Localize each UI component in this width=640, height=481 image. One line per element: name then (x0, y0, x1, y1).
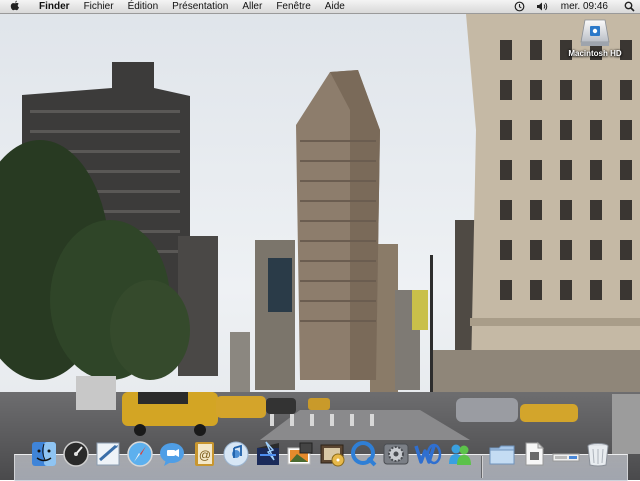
dock-item-dashboard[interactable] (62, 440, 90, 468)
dock-item-messenger[interactable] (446, 440, 474, 468)
imovie-icon (257, 441, 279, 465)
hard-drive-icon (580, 19, 610, 46)
dock-item-trash[interactable] (584, 440, 612, 468)
dock-item-finder[interactable] (30, 440, 58, 468)
folder-icon (489, 445, 515, 465)
volume-icon[interactable] (536, 1, 548, 13)
stack-icon (552, 453, 580, 462)
menu-aide[interactable]: Aide (318, 0, 352, 14)
safari-icon (127, 441, 153, 467)
dock-item-word[interactable] (414, 440, 442, 468)
finder-icon (32, 442, 56, 466)
menu-finder[interactable]: Finder (32, 0, 77, 14)
messenger-icon (449, 444, 471, 465)
dock-item-itunes[interactable] (222, 440, 250, 468)
menu-bar: Finder Fichier Édition Présentation Alle… (0, 0, 640, 14)
desktop-wallpaper (0, 0, 640, 480)
itunes-icon (223, 441, 249, 467)
menu-edition[interactable]: Édition (121, 0, 166, 14)
ichat-icon (160, 443, 184, 466)
dock-item-quicktime[interactable] (350, 440, 378, 468)
dock-item-keyboard-stack[interactable] (552, 440, 580, 468)
desktop-icon-label: Macintosh HD (568, 49, 622, 58)
dock-item-system-preferences[interactable] (382, 440, 410, 468)
word-icon (414, 443, 442, 465)
dock-item-document[interactable] (520, 440, 548, 468)
menu-clock[interactable]: mer. 09:46 (553, 1, 618, 12)
dock: @ (14, 436, 628, 481)
mail-icon (96, 442, 120, 466)
dock-item-address-book[interactable]: @ (190, 440, 218, 468)
menu-aller[interactable]: Aller (235, 0, 269, 14)
dock-separator (481, 456, 483, 478)
dock-item-safari[interactable] (126, 440, 154, 468)
desktop-icon-macintosh-hd[interactable]: Macintosh HD (558, 18, 632, 58)
spotlight-search-icon[interactable] (623, 1, 635, 13)
svg-text:@: @ (199, 448, 211, 462)
iphoto-icon (287, 442, 313, 465)
system-preferences-icon (383, 443, 409, 465)
time-machine-icon[interactable] (514, 1, 526, 13)
quicktime-icon (351, 441, 377, 467)
address-book-icon: @ (195, 442, 214, 466)
menu-fenetre[interactable]: Fenêtre (269, 0, 317, 14)
dock-item-iphoto[interactable] (286, 440, 314, 468)
dock-item-applications-folder[interactable] (488, 440, 516, 468)
dock-item-idvd[interactable] (318, 440, 346, 468)
dashboard-icon (63, 441, 89, 467)
menu-presentation[interactable]: Présentation (165, 0, 235, 14)
apple-menu-icon[interactable] (8, 0, 22, 14)
document-icon (525, 441, 545, 466)
idvd-icon (320, 444, 345, 467)
dock-item-mail[interactable] (94, 440, 122, 468)
dock-item-imovie[interactable] (254, 440, 282, 468)
dock-item-ichat[interactable] (158, 440, 186, 468)
menu-extras: mer. 09:46 (509, 0, 640, 14)
trash-icon (587, 443, 609, 467)
menu-fichier[interactable]: Fichier (77, 0, 121, 14)
